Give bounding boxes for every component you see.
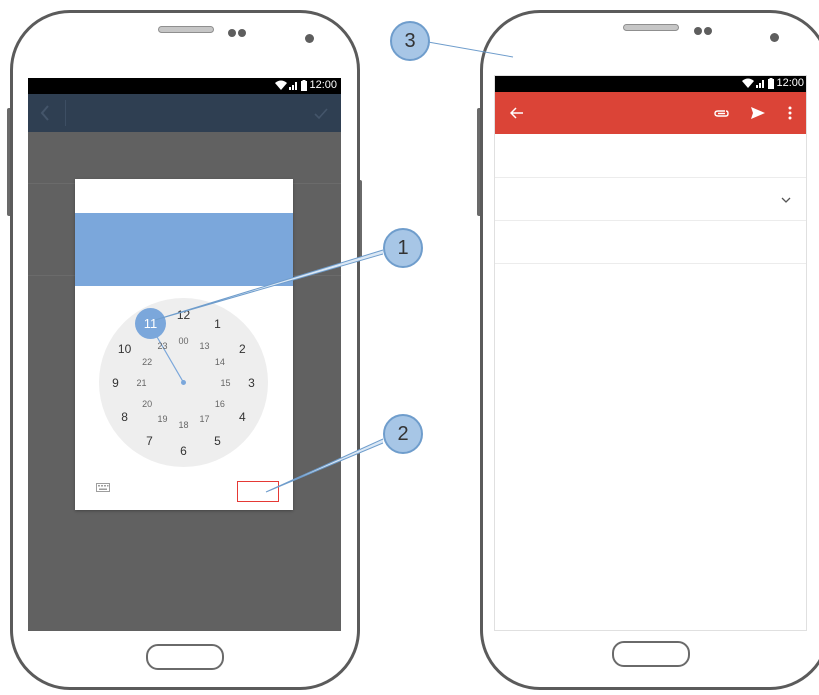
clock-hour-outer[interactable]: 8	[121, 410, 128, 424]
right-phone-camera	[770, 33, 779, 42]
clock-hour-outer[interactable]: 5	[214, 434, 221, 448]
status-time: 12:00	[776, 77, 804, 89]
clock-hour-inner[interactable]: 19	[157, 414, 167, 424]
clock-hour-outer[interactable]: 12	[177, 308, 190, 322]
signal-icon	[289, 82, 298, 90]
clock-hour-inner[interactable]: 16	[215, 399, 225, 409]
compose-to-row[interactable]	[495, 178, 806, 221]
left-phone-sensor	[238, 29, 246, 37]
clock-hour-outer[interactable]: 9	[112, 376, 119, 390]
clock-hour-inner[interactable]: 13	[199, 341, 209, 351]
right-phone-speaker	[623, 24, 679, 31]
compose-from-row[interactable]	[495, 134, 806, 178]
clock-hour-outer[interactable]: 7	[146, 434, 153, 448]
signal-icon	[756, 80, 765, 88]
app-bar-divider	[65, 100, 66, 126]
battery-icon	[768, 77, 775, 89]
clock-hour-inner[interactable]: 20	[142, 399, 152, 409]
keyboard-icon[interactable]	[96, 483, 110, 492]
back-chevron-icon[interactable]	[40, 105, 50, 121]
selected-hour[interactable]: 11	[135, 308, 166, 339]
clock-hour-outer[interactable]: 4	[239, 410, 246, 424]
time-picker-dialog: 11 12 1 2 3 4 5 6 7 8 9 10 00 13 14 15 16 17 18 19 20 21 22 23	[75, 179, 293, 510]
clock-hour-outer[interactable]: 10	[118, 342, 131, 356]
ok-button-highlight[interactable]	[237, 481, 279, 502]
send-icon[interactable]	[750, 106, 766, 120]
clock-hour-outer[interactable]: 6	[180, 444, 187, 458]
clock-hour-inner[interactable]: 18	[178, 420, 188, 430]
clock-hour-inner[interactable]: 22	[142, 357, 152, 367]
compose-subject-row[interactable]	[495, 221, 806, 264]
right-screen: 12:00	[494, 75, 807, 631]
attach-icon[interactable]	[713, 108, 729, 118]
compose-body[interactable]	[495, 264, 806, 630]
left-phone-speaker	[158, 26, 214, 33]
clock-hour-inner[interactable]: 17	[199, 414, 209, 424]
back-arrow-icon[interactable]	[510, 107, 524, 119]
right-phone-sensor	[694, 27, 702, 35]
callout-1: 1	[383, 228, 423, 268]
status-time: 12:00	[309, 79, 337, 91]
status-bar: 12:00	[495, 76, 806, 92]
wifi-icon	[742, 78, 755, 88]
more-vert-icon[interactable]	[788, 106, 792, 120]
check-icon[interactable]	[314, 108, 328, 120]
left-phone: 12:00 11 12 1 2 3 4 5 6 7 8 9 10 00 13 14 15 16 17 18 19 20…	[0, 0, 380, 695]
clock-hour-outer[interactable]: 2	[239, 342, 246, 356]
left-home-button[interactable]	[146, 644, 224, 670]
clock-hour-inner[interactable]: 15	[220, 378, 230, 388]
clock-hour-inner[interactable]: 00	[178, 336, 188, 346]
status-bar: 12:00	[28, 78, 341, 94]
left-phone-camera	[305, 34, 314, 43]
clock-hour-inner[interactable]: 23	[157, 341, 167, 351]
dimmed-row	[28, 132, 341, 184]
clock-hour-outer[interactable]: 3	[248, 376, 255, 390]
right-home-button[interactable]	[612, 641, 690, 667]
dimmed-app-bar	[28, 94, 341, 132]
wifi-icon	[275, 80, 288, 90]
clock-hour-inner[interactable]: 14	[215, 357, 225, 367]
battery-icon	[301, 79, 308, 91]
clock-hour-outer[interactable]: 1	[214, 317, 221, 331]
right-phone: 12:00	[470, 0, 819, 695]
left-phone-sensor	[228, 29, 236, 37]
callout-2: 2	[383, 414, 423, 454]
compose-app-bar	[495, 92, 806, 134]
chevron-down-icon[interactable]	[781, 197, 791, 203]
callout-3: 3	[390, 21, 430, 61]
clock-hour-inner[interactable]: 21	[136, 378, 146, 388]
right-phone-sensor	[704, 27, 712, 35]
